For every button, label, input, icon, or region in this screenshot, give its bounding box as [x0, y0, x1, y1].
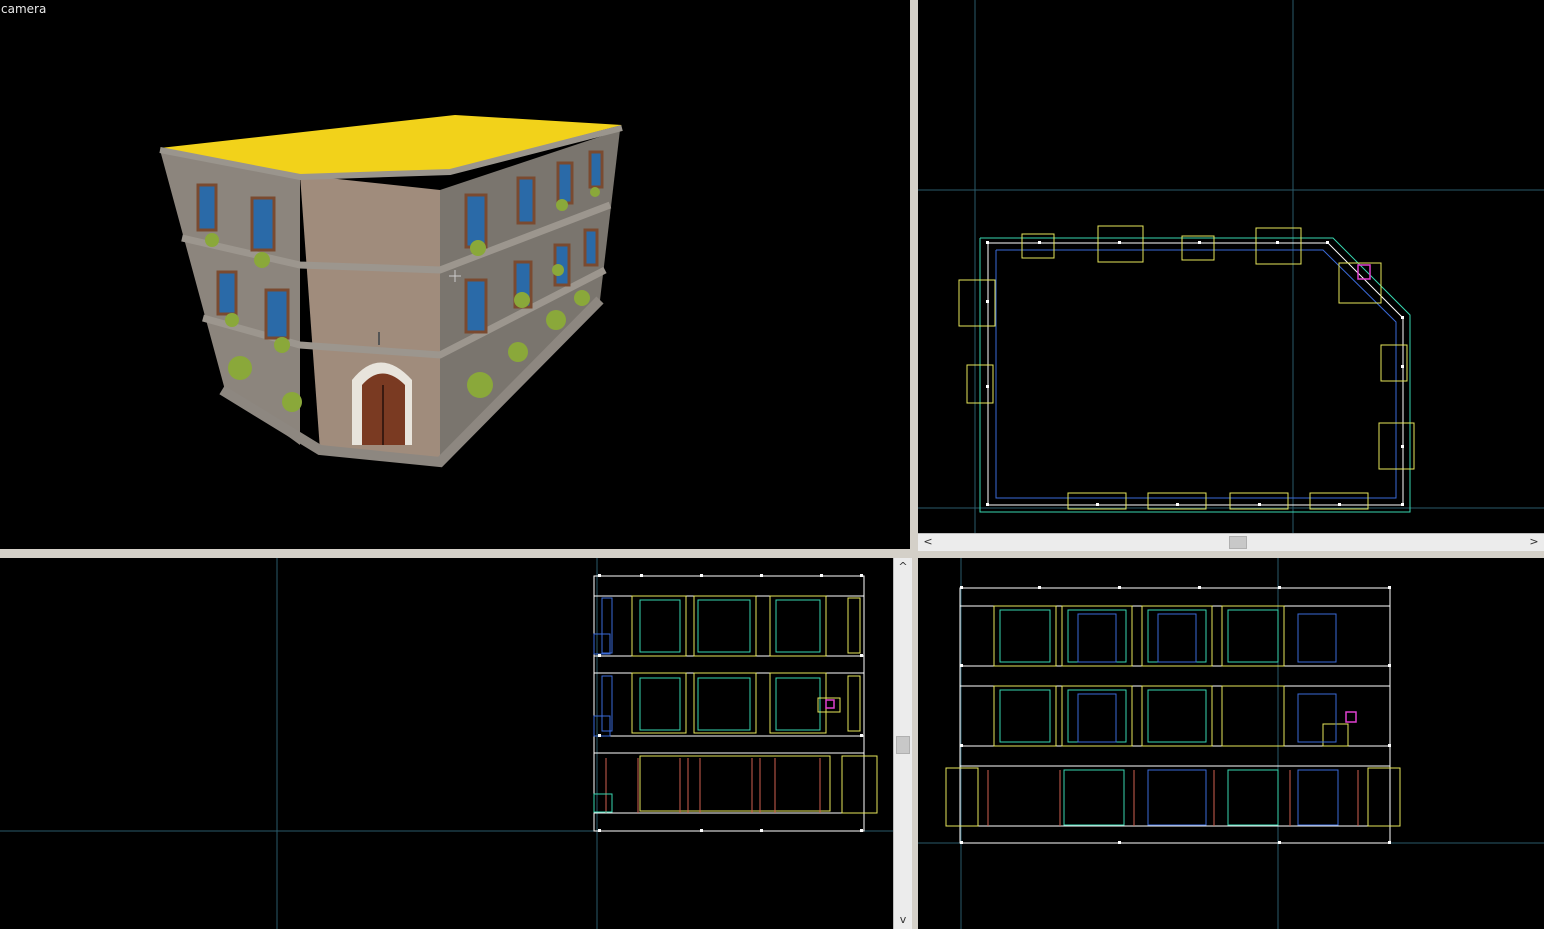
- top-viewport[interactable]: [918, 0, 1544, 533]
- scroll-down-icon[interactable]: v: [895, 912, 911, 928]
- viewport-label: camera: [1, 2, 47, 16]
- horizontal-scrollbar[interactable]: < >: [918, 533, 1544, 551]
- scroll-thumb-vertical[interactable]: [896, 736, 910, 754]
- top-wireframe: [918, 0, 1544, 533]
- front-wireframe: [0, 558, 893, 929]
- scroll-thumb[interactable]: [1229, 536, 1247, 549]
- scroll-right-icon[interactable]: >: [1526, 534, 1542, 550]
- vertical-scrollbar[interactable]: ^ v: [893, 558, 912, 929]
- camera-viewport[interactable]: camera: [0, 0, 910, 549]
- side-viewport[interactable]: [918, 558, 1544, 929]
- scroll-left-icon[interactable]: <: [920, 534, 936, 550]
- side-wireframe: [918, 558, 1544, 929]
- building-render: [159, 115, 623, 468]
- front-viewport[interactable]: [0, 558, 893, 929]
- scroll-up-icon[interactable]: ^: [895, 559, 911, 575]
